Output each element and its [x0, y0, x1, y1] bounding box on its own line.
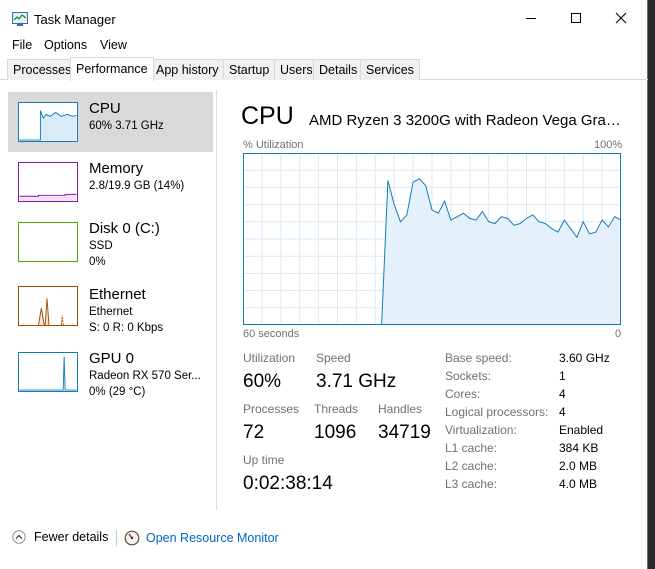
detail-key: Logical processors:: [445, 405, 549, 419]
tab-app-history[interactable]: App history: [150, 59, 225, 80]
detail-key: L3 cache:: [445, 477, 498, 491]
fewer-details-label: Fewer details: [34, 530, 109, 544]
detail-key: L2 cache:: [445, 459, 498, 473]
sidebar-disk-name: Disk 0 (C:): [89, 220, 160, 237]
detail-value: 4: [559, 405, 566, 419]
memory-thumbnail-graph: [18, 162, 78, 202]
close-button[interactable]: [598, 0, 644, 36]
graph-y-label: % Utilization: [243, 139, 304, 151]
threads-label: Threads: [314, 402, 359, 416]
tab-users[interactable]: Users: [274, 59, 319, 80]
close-icon: [615, 12, 627, 24]
fewer-details-button[interactable]: Fewer details: [12, 530, 108, 544]
page-title: CPU: [241, 102, 294, 130]
detail-value: 384 KB: [559, 441, 599, 455]
title-bar[interactable]: Task Manager: [0, 0, 648, 36]
tab-startup[interactable]: Startup: [223, 59, 276, 80]
minimize-icon: [526, 18, 536, 19]
footer-divider: [116, 530, 117, 546]
task-manager-window: Task Manager File Options View Processes…: [0, 0, 648, 569]
utilization-label: Utilization: [243, 351, 296, 365]
open-resource-monitor-link[interactable]: Open Resource Monitor: [124, 530, 279, 546]
ethernet-thumbnail-graph: [18, 286, 78, 326]
sidebar-memory-usage: 2.8/19.9 GB (14%): [89, 180, 185, 192]
sidebar-item-cpu[interactable]: CPU 60% 3.71 GHz: [8, 92, 213, 152]
sidebar-gpu-name: GPU 0: [89, 350, 135, 367]
cpu-model-name: AMD Ryzen 3 3200G with Radeon Vega Graph…: [309, 112, 623, 129]
resource-sidebar: CPU 60% 3.71 GHz Memory 2.8/19.9 GB (14%…: [8, 90, 213, 510]
menu-view[interactable]: View: [100, 38, 127, 52]
sidebar-ethernet-adapter: Ethernet: [89, 306, 133, 318]
graph-y-max-label: 100%: [594, 139, 623, 151]
disk-thumbnail-graph: [18, 222, 78, 262]
detail-key: Base speed:: [445, 351, 512, 365]
uptime-label: Up time: [243, 453, 285, 467]
sidebar-ethernet-throughput: S: 0 R: 0 Kbps: [89, 322, 164, 334]
menu-options[interactable]: Options: [44, 38, 87, 52]
chevron-up-icon: [12, 530, 26, 544]
threads-value: 1096: [314, 422, 357, 443]
sidebar-cpu-usage: 60% 3.71 GHz: [89, 120, 164, 132]
sidebar-item-ethernet[interactable]: Ethernet Ethernet S: 0 R: 0 Kbps: [8, 278, 213, 338]
detail-value: 3.60 GHz: [559, 351, 610, 365]
tab-bar: Processes Performance App history Startu…: [0, 57, 648, 81]
handles-value: 34719: [378, 422, 431, 443]
processes-value: 72: [243, 422, 265, 443]
graph-x-right-label: 0: [615, 328, 622, 340]
sidebar-cpu-name: CPU: [89, 100, 121, 117]
sidebar-item-memory[interactable]: Memory 2.8/19.9 GB (14%): [8, 152, 213, 212]
detail-key: Virtualization:: [445, 423, 517, 437]
detail-value: 2.0 MB: [559, 459, 598, 473]
resource-monitor-icon: [124, 530, 140, 546]
detail-value: Enabled: [559, 423, 604, 437]
speed-label: Speed: [316, 351, 351, 365]
maximize-icon: [571, 13, 581, 23]
menu-file[interactable]: File: [12, 38, 32, 52]
processes-label: Processes: [243, 402, 300, 416]
detail-key: Cores:: [445, 387, 481, 401]
sidebar-gpu-usage: 0% (29 °C): [89, 386, 146, 398]
handles-label: Handles: [378, 402, 423, 416]
cpu-thumbnail-graph: [18, 102, 78, 142]
sidebar-item-disk[interactable]: Disk 0 (C:) SSD 0%: [8, 212, 213, 272]
tab-details[interactable]: Details: [313, 59, 364, 80]
uptime-value: 0:02:38:14: [243, 473, 333, 494]
open-resource-monitor-label: Open Resource Monitor: [146, 531, 279, 545]
sidebar-item-gpu[interactable]: GPU 0 Radeon RX 570 Ser... 0% (29 °C): [8, 342, 213, 402]
sidebar-disk-type: SSD: [89, 240, 113, 252]
window-title: Task Manager: [34, 12, 116, 27]
maximize-button[interactable]: [553, 0, 599, 36]
detail-key: Sockets:: [445, 369, 492, 383]
tab-services[interactable]: Services: [360, 59, 420, 80]
detail-value: 4: [559, 387, 566, 401]
sidebar-divider: [216, 90, 217, 510]
menu-bar: File Options View: [0, 36, 648, 56]
detail-key: L1 cache:: [445, 441, 498, 455]
task-manager-icon: [12, 12, 28, 26]
sidebar-disk-usage: 0%: [89, 256, 106, 268]
cpu-utilization-graph: [243, 153, 621, 325]
gpu-thumbnail-graph: [18, 352, 78, 392]
sidebar-memory-name: Memory: [89, 160, 144, 177]
sidebar-ethernet-name: Ethernet: [89, 286, 146, 303]
graph-x-left-label: 60 seconds: [243, 328, 300, 340]
tab-processes[interactable]: Processes: [7, 59, 78, 80]
minimize-button[interactable]: [508, 0, 554, 36]
utilization-value: 60%: [243, 371, 282, 392]
tab-performance[interactable]: Performance: [70, 57, 154, 81]
detail-value: 4.0 MB: [559, 477, 598, 491]
sidebar-gpu-model: Radeon RX 570 Ser...: [89, 370, 201, 382]
speed-value: 3.71 GHz: [316, 371, 397, 392]
detail-value: 1: [559, 369, 566, 383]
